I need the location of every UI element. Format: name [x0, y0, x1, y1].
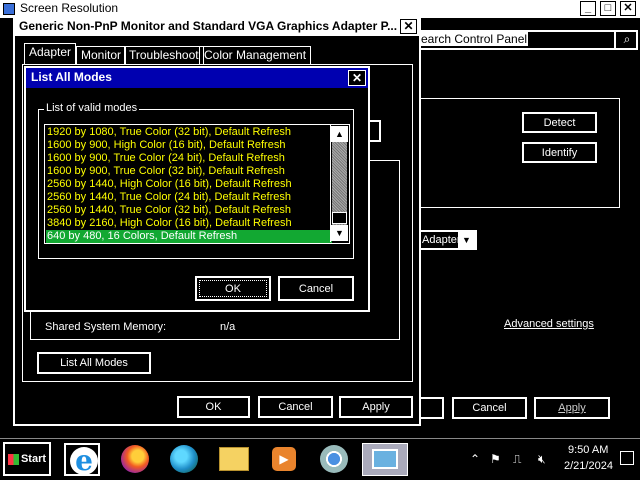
list-item-selected[interactable]: 640 by 480, 16 Colors, Default Refresh: [46, 230, 332, 243]
media-player-glyph: ▶: [272, 447, 296, 471]
close-icon[interactable]: ✕: [348, 70, 366, 86]
valid-modes-group-label: List of valid modes: [44, 102, 140, 114]
clock-date[interactable]: 2/21/2024: [564, 460, 613, 472]
screen-resolution-app-icon: [3, 3, 15, 15]
search-icon[interactable]: ⌕: [614, 30, 638, 50]
modes-cancel-label: Cancel: [298, 282, 334, 295]
adapter-properties-title: Generic Non-PnP Monitor and Standard VGA…: [19, 19, 398, 33]
tab-adapter[interactable]: Adapter: [24, 43, 77, 65]
scroll-up-icon[interactable]: ▲: [331, 126, 348, 142]
properties-cancel-label: Cancel: [278, 401, 313, 413]
start-button[interactable]: Start: [3, 442, 51, 476]
maximize-button[interactable]: □: [600, 1, 616, 16]
file-explorer-glyph: [219, 447, 249, 471]
background-cancel-label: Cancel: [472, 402, 507, 414]
properties-apply-label: Apply: [362, 401, 390, 413]
properties-ok-label: OK: [205, 401, 222, 413]
tab-monitor[interactable]: Monitor: [76, 46, 127, 65]
properties-ok-button[interactable]: OK: [177, 396, 250, 418]
tab-troubleshoot-label: Troubleshoot: [129, 48, 199, 62]
volume-muted-icon[interactable]: 🔇︎: [538, 452, 546, 467]
internet-explorer-icon[interactable]: e: [64, 443, 100, 476]
tab-troubleshoot[interactable]: Troubleshoot: [124, 46, 204, 65]
edge-glyph: [170, 445, 198, 473]
screen-resolution-title: Screen Resolution: [20, 1, 119, 15]
search-input[interactable]: Search Control Panel: [412, 32, 529, 46]
minimize-button[interactable]: _: [580, 1, 596, 16]
action-center-flag-icon[interactable]: ⚑: [490, 452, 501, 466]
notifications-icon[interactable]: [620, 451, 634, 465]
background-ok-button[interactable]: [418, 397, 444, 419]
shared-memory-label: Shared System Memory:: [45, 321, 167, 333]
identify-label: Identify: [541, 146, 578, 159]
file-explorer-icon[interactable]: [216, 443, 252, 476]
firefox-icon[interactable]: [117, 443, 153, 476]
identify-button[interactable]: Identify: [522, 142, 597, 163]
properties-cancel-button[interactable]: Cancel: [258, 396, 333, 418]
display-dropdown-value: Adapter: [422, 234, 461, 246]
control-panel-glyph: [372, 449, 398, 469]
list-item[interactable]: 3840 by 2160, High Color (16 bit), Defau…: [46, 217, 332, 230]
background-apply-button[interactable]: Apply: [534, 397, 610, 419]
adapter-properties-titlebar: Generic Non-PnP Monitor and Standard VGA…: [15, 18, 419, 36]
tab-adapter-label: Adapter: [29, 45, 72, 59]
clock-time[interactable]: 9:50 AM: [568, 444, 608, 456]
detect-button[interactable]: Detect: [522, 112, 597, 133]
modes-scrollbar[interactable]: ▲ ▼: [330, 125, 348, 242]
list-item[interactable]: 2560 by 1440, High Color (16 bit), Defau…: [46, 178, 332, 191]
list-all-modes-title: List All Modes: [31, 70, 112, 84]
internet-explorer-glyph: e: [70, 447, 98, 475]
modes-ok-label: OK: [225, 282, 241, 295]
control-panel-icon[interactable]: [362, 443, 408, 476]
chrome-glyph: [320, 445, 348, 473]
tab-color-management-label: Color Management: [204, 48, 307, 62]
chrome-icon[interactable]: [316, 443, 352, 476]
modes-cancel-button[interactable]: Cancel: [278, 276, 354, 301]
window-close-button[interactable]: ✕: [620, 1, 636, 16]
tab-color-management[interactable]: Color Management: [199, 46, 312, 65]
shared-memory-value: n/a: [220, 321, 236, 333]
list-item[interactable]: 1920 by 1080, True Color (32 bit), Defau…: [46, 126, 332, 139]
network-icon[interactable]: ⎍: [513, 452, 521, 467]
list-all-modes-titlebar: List All Modes ✕: [26, 68, 368, 88]
media-player-icon[interactable]: ▶: [266, 443, 302, 476]
list-all-modes-button[interactable]: List All Modes: [37, 352, 151, 374]
advanced-settings-link[interactable]: Advanced settings: [504, 318, 594, 330]
scroll-down-icon[interactable]: ▼: [331, 225, 348, 241]
scrollbar-thumb[interactable]: [332, 212, 347, 224]
windows-logo-icon: [7, 453, 19, 465]
list-item[interactable]: 1600 by 900, True Color (32 bit), Defaul…: [46, 165, 332, 178]
modes-listbox[interactable]: 1920 by 1080, True Color (32 bit), Defau…: [44, 124, 350, 244]
background-apply-label: Apply: [558, 402, 586, 414]
edge-icon[interactable]: [166, 443, 202, 476]
list-item[interactable]: 1600 by 900, True Color (24 bit), Defaul…: [46, 152, 332, 165]
start-label: Start: [20, 453, 47, 465]
background-cancel-button[interactable]: Cancel: [452, 397, 527, 419]
list-all-modes-label: List All Modes: [60, 357, 128, 369]
properties-apply-button[interactable]: Apply: [339, 396, 413, 418]
show-hidden-icons-icon[interactable]: ⌃: [470, 452, 480, 466]
firefox-glyph: [121, 445, 149, 473]
list-item[interactable]: 1600 by 900, High Color (16 bit), Defaul…: [46, 139, 332, 152]
list-item[interactable]: 2560 by 1440, True Color (32 bit), Defau…: [46, 204, 332, 217]
properties-close-icon[interactable]: ✕: [400, 19, 417, 34]
display-dropdown[interactable]: Adapter ▼: [420, 230, 477, 250]
modes-ok-button[interactable]: OK: [195, 276, 271, 301]
detect-label: Detect: [543, 116, 576, 129]
list-item[interactable]: 2560 by 1440, True Color (24 bit), Defau…: [46, 191, 332, 204]
tab-monitor-label: Monitor: [81, 48, 122, 62]
chevron-down-icon: ▼: [458, 232, 475, 248]
